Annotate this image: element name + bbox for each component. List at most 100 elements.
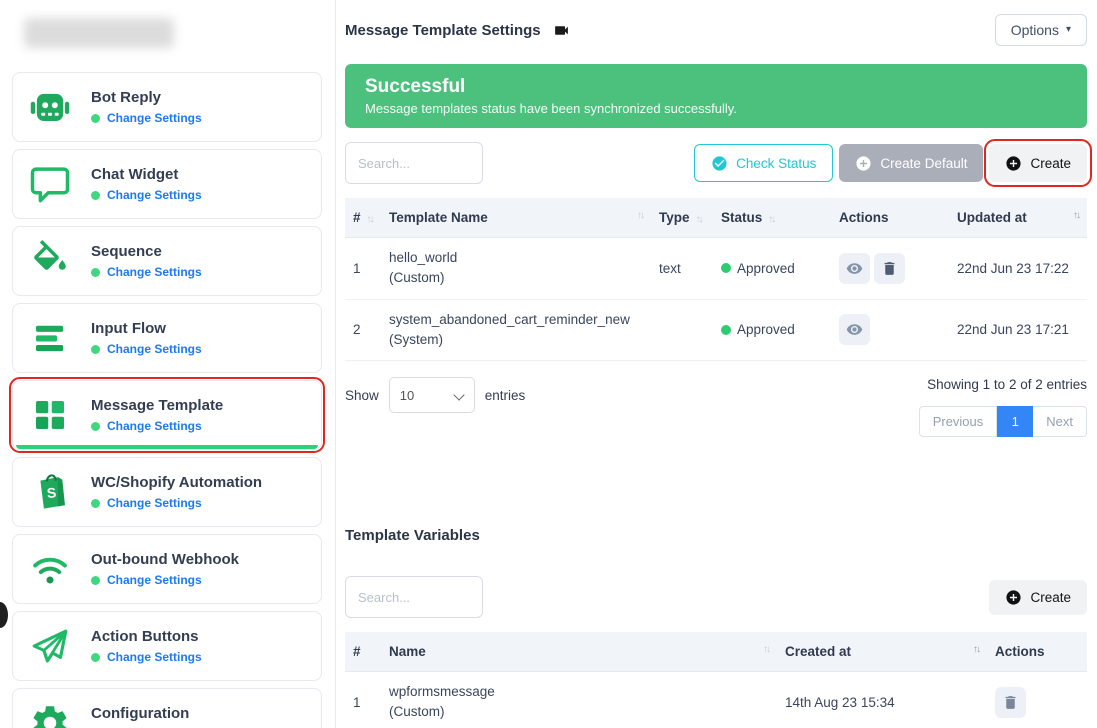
chat-bubble-icon — [27, 161, 73, 207]
variables-table: # Name↑↓ Created at↑↓ Actions 1 wpformsm… — [345, 632, 1087, 728]
sidebar-item-label: Message Template — [91, 397, 223, 414]
col-header-name[interactable]: Name↑↓ — [381, 632, 777, 672]
current-page-button[interactable]: 1 — [997, 406, 1033, 437]
options-label: Options — [1011, 22, 1059, 38]
svg-text:S: S — [46, 484, 57, 501]
col-header-created-at[interactable]: Created at↑↓ — [777, 632, 987, 672]
success-alert: Successful Message templates status have… — [345, 64, 1087, 128]
change-settings-link[interactable]: Change Settings — [107, 573, 202, 587]
col-header-template-name[interactable]: Template Name↑↓ — [381, 198, 651, 238]
template-variant: (Custom) — [389, 268, 643, 288]
status-dot — [91, 114, 100, 123]
trash-icon — [881, 260, 898, 277]
variables-search-input[interactable] — [345, 576, 483, 618]
previous-page-button[interactable]: Previous — [919, 406, 998, 437]
template-search-input[interactable] — [345, 142, 483, 184]
options-button[interactable]: Options ▾ — [995, 14, 1087, 46]
sidebar-item-label: Input Flow — [91, 320, 202, 337]
change-settings-link[interactable]: Change Settings — [107, 188, 202, 202]
updated-at: 22nd Jun 23 17:21 — [949, 299, 1087, 361]
app-logo-blurred — [24, 18, 174, 48]
check-status-label: Check Status — [736, 156, 816, 171]
sidebar-item-message-template[interactable]: Message Template Change Settings — [12, 380, 322, 450]
sidebar-item-bot-reply[interactable]: Bot Reply Change Settings — [12, 72, 322, 142]
status-badge: Approved — [721, 322, 823, 337]
template-variant: (System) — [389, 330, 643, 350]
template-name-cell: hello_world (Custom) — [381, 238, 651, 300]
check-circle-icon — [711, 155, 728, 172]
change-settings-link[interactable]: Change Settings — [107, 111, 202, 125]
robot-icon — [27, 84, 73, 130]
col-header-updated-at[interactable]: Updated at↑↓ — [949, 198, 1087, 238]
create-label: Create — [1030, 156, 1071, 171]
alert-message: Message templates status have been synch… — [365, 101, 1067, 116]
show-label: Show — [345, 388, 379, 403]
eye-icon — [846, 260, 863, 277]
view-button[interactable] — [839, 253, 870, 284]
status-badge: Approved — [721, 261, 823, 276]
status-dot — [91, 191, 100, 200]
trash-icon — [1002, 694, 1019, 711]
col-header-actions: Actions — [831, 198, 949, 238]
create-default-button[interactable]: Create Default — [839, 144, 983, 182]
video-camera-icon[interactable] — [553, 22, 570, 39]
status-dot — [91, 422, 100, 431]
change-settings-link[interactable]: Change Settings — [107, 265, 202, 279]
status-dot — [91, 653, 100, 662]
create-variable-label: Create — [1030, 590, 1071, 605]
check-status-button[interactable]: Check Status — [694, 144, 833, 182]
sidebar-item-input-flow[interactable]: Input Flow Change Settings — [12, 303, 322, 373]
sort-icon: ↑↓ — [763, 644, 769, 655]
sidebar-item-out-bound-webhook[interactable]: Out-bound Webhook Change Settings — [12, 534, 322, 604]
plus-circle-icon — [855, 155, 872, 172]
delete-button[interactable] — [995, 687, 1026, 718]
template-type: text — [651, 238, 713, 300]
sidebar-item-action-buttons[interactable]: Action Buttons Change Settings — [12, 611, 322, 681]
create-variable-button[interactable]: Create — [989, 580, 1087, 615]
sidebar-item-configuration[interactable]: Configuration Change Settings — [12, 688, 322, 728]
change-settings-link[interactable]: Change Settings — [107, 650, 202, 664]
sort-icon: ↑↓ — [637, 210, 643, 221]
view-button[interactable] — [839, 314, 870, 345]
active-indicator-bar — [16, 445, 318, 449]
settings-sidebar: Bot Reply Change Settings Chat Widget Ch… — [0, 0, 336, 728]
change-settings-link[interactable]: Change Settings — [107, 496, 202, 510]
main-content: Message Template Settings Options ▾ Succ… — [337, 0, 1097, 728]
alert-title: Successful — [365, 76, 1067, 98]
table-row: 1 wpformsmessage (Custom) 14th Aug 23 15… — [345, 672, 1087, 728]
col-header-type[interactable]: Type↑↓ — [651, 198, 713, 238]
col-header-status[interactable]: Status↑↓ — [713, 198, 831, 238]
grid-icon — [27, 392, 73, 438]
entries-label: entries — [485, 388, 526, 403]
sidebar-item-sequence[interactable]: Sequence Change Settings — [12, 226, 322, 296]
template-name: system_abandoned_cart_reminder_new — [389, 310, 643, 330]
status-dot — [91, 345, 100, 354]
sidebar-item-label: Sequence — [91, 243, 202, 260]
sidebar-item-label: Chat Widget — [91, 166, 202, 183]
status-dot — [721, 325, 731, 335]
sidebar-item-label: Configuration — [91, 705, 202, 722]
change-settings-link[interactable]: Change Settings — [107, 419, 202, 433]
sidebar-item-wc-shopify-automation[interactable]: S WC/Shopify Automation Change Settings — [12, 457, 322, 527]
change-settings-link[interactable]: Change Settings — [107, 342, 202, 356]
status-dot — [91, 499, 100, 508]
next-page-button[interactable]: Next — [1033, 406, 1087, 437]
plus-circle-icon — [1005, 155, 1022, 172]
sort-icon: ↑↓ — [1073, 210, 1079, 221]
pagination: Previous 1 Next — [919, 406, 1087, 437]
sidebar-item-chat-widget[interactable]: Chat Widget Change Settings — [12, 149, 322, 219]
eye-icon — [846, 321, 863, 338]
table-row: 2 system_abandoned_cart_reminder_new (Sy… — [345, 299, 1087, 361]
create-default-label: Create Default — [880, 156, 967, 171]
row-index: 1 — [345, 672, 381, 728]
delete-button[interactable] — [874, 253, 905, 284]
create-button[interactable]: Create — [989, 144, 1087, 182]
paper-plane-icon — [27, 623, 73, 669]
plus-circle-icon — [1005, 589, 1022, 606]
col-header-num[interactable]: #↑↓ — [345, 198, 381, 238]
sort-icon: ↑↓ — [768, 214, 774, 225]
wifi-icon — [27, 546, 73, 592]
page-size-select[interactable]: 10 — [389, 377, 475, 413]
variable-name: wpformsmessage — [389, 682, 769, 702]
sort-icon: ↑↓ — [696, 214, 702, 225]
